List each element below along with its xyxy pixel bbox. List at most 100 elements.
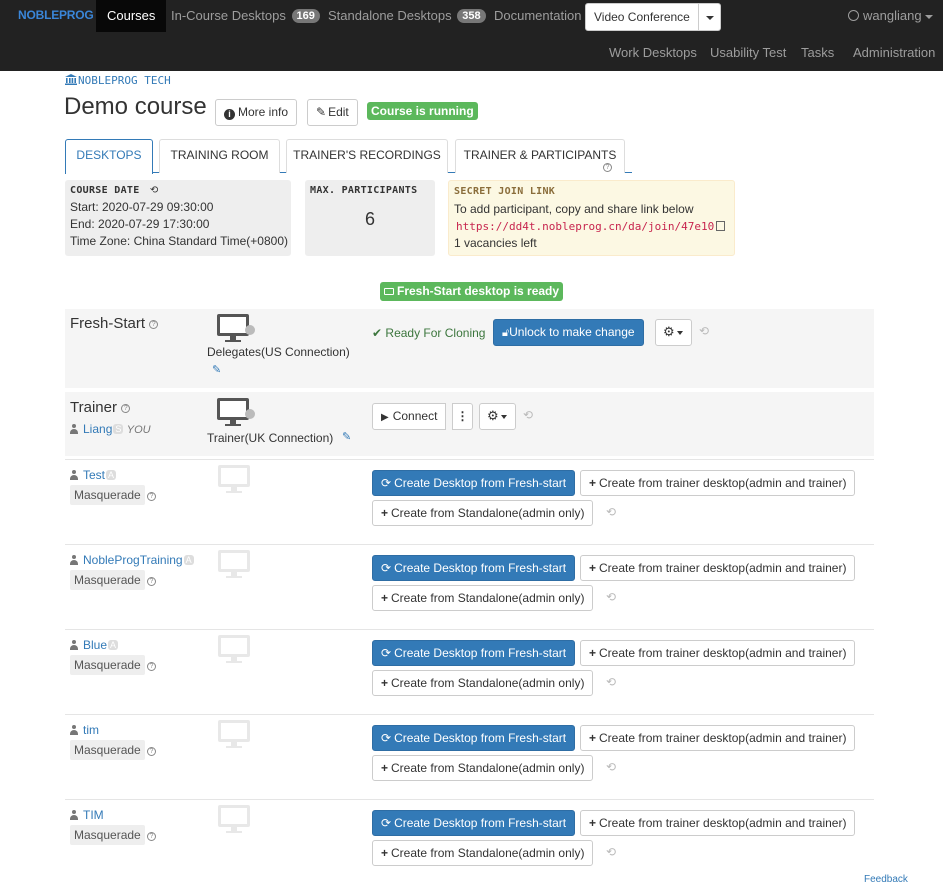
unlock-button[interactable]: 🔓︎Unlock to make change bbox=[493, 319, 644, 346]
empty-desktop-icon bbox=[217, 634, 251, 667]
participant-name[interactable]: Test A bbox=[70, 468, 117, 482]
create-from-trainer-button[interactable]: + Create from trainer desktop(admin and t… bbox=[580, 640, 856, 666]
desktop-monitor-icon[interactable] bbox=[216, 313, 256, 343]
masquerade-button[interactable]: Masquerade bbox=[70, 570, 145, 590]
history-icon[interactable]: ⟲ bbox=[606, 590, 616, 604]
settings-dropdown-button[interactable]: ⚙ bbox=[655, 319, 692, 346]
help-icon[interactable]: ? bbox=[149, 319, 159, 329]
course-date-box: COURSE DATE ⟲ Start: 2020-07-29 09:30:00… bbox=[65, 180, 291, 256]
user-circle-icon bbox=[848, 10, 859, 21]
nav-documentation[interactable]: Documentation bbox=[494, 8, 581, 23]
secret-join-link-box: SECRET JOIN LINK To add participant, cop… bbox=[448, 180, 735, 256]
help-icon[interactable]: ? bbox=[603, 163, 612, 172]
video-conference-button[interactable]: Video Conference bbox=[585, 3, 699, 31]
plus-icon: + bbox=[589, 731, 597, 745]
help-icon[interactable]: ? bbox=[147, 492, 156, 501]
masquerade-button[interactable]: Masquerade bbox=[70, 485, 145, 505]
top-navbar: NOBLEPROG Courses In-Course Desktops 169… bbox=[0, 0, 943, 71]
history-icon[interactable]: ⟲ bbox=[606, 675, 616, 689]
history-icon[interactable]: ⟲ bbox=[523, 408, 533, 422]
create-from-fresh-start-button[interactable]: ⟳ Create Desktop from Fresh-start bbox=[372, 725, 576, 751]
trainer-name[interactable]: Liang S YOU bbox=[70, 422, 151, 436]
secret-link-description: To add participant, copy and share link … bbox=[454, 202, 694, 216]
organization-link[interactable]: NOBLEPROG TECH bbox=[65, 74, 171, 87]
nav-in-course-desktops[interactable]: In-Course Desktops 169 bbox=[171, 8, 320, 23]
tab-trainer-participants[interactable]: TRAINER & PARTICIPANTS bbox=[455, 139, 625, 173]
gear-icon: ⚙ bbox=[487, 408, 499, 423]
chevron-down-icon bbox=[500, 414, 507, 419]
fresh-start-desktop-label: Delegates(US Connection) bbox=[207, 345, 350, 359]
help-icon[interactable]: ? bbox=[147, 662, 156, 671]
masquerade-button[interactable]: Masquerade bbox=[70, 740, 145, 760]
create-from-trainer-button[interactable]: + Create from trainer desktop(admin and t… bbox=[580, 470, 856, 496]
desktop-monitor-icon[interactable] bbox=[216, 397, 256, 427]
edit-pencil-icon[interactable]: ✎ bbox=[212, 363, 221, 376]
empty-desktop-icon bbox=[217, 549, 251, 582]
tab-trainers-recordings[interactable]: TRAINER'S RECORDINGS bbox=[286, 139, 448, 173]
nav-administration[interactable]: Administration bbox=[853, 45, 935, 60]
participant-name[interactable]: Blue A bbox=[70, 638, 119, 652]
edit-pencil-icon[interactable]: ✎ bbox=[342, 430, 351, 443]
create-from-trainer-button[interactable]: + Create from trainer desktop(admin and t… bbox=[580, 555, 856, 581]
create-from-trainer-button[interactable]: + Create from trainer desktop(admin and t… bbox=[580, 725, 856, 751]
masquerade-button[interactable]: Masquerade bbox=[70, 655, 145, 675]
create-from-fresh-start-button[interactable]: ⟳ Create Desktop from Fresh-start bbox=[372, 810, 576, 836]
edit-button[interactable]: ✎ Edit bbox=[307, 99, 358, 126]
connect-button[interactable]: ▶ Connect bbox=[372, 403, 447, 430]
create-from-trainer-button[interactable]: + Create from trainer desktop(admin and t… bbox=[580, 810, 856, 836]
user-menu[interactable]: wangliang bbox=[848, 8, 933, 23]
create-from-fresh-start-button[interactable]: ⟳ Create Desktop from Fresh-start bbox=[372, 640, 576, 666]
history-icon[interactable]: ⟲ bbox=[150, 185, 159, 196]
play-icon: ▶ bbox=[381, 412, 389, 423]
plus-icon: + bbox=[381, 506, 389, 520]
nav-usability-test[interactable]: Usability Test bbox=[710, 45, 786, 60]
create-from-fresh-start-button[interactable]: ⟳ Create Desktop from Fresh-start bbox=[372, 470, 576, 496]
create-from-standalone-button[interactable]: + Create from Standalone(admin only) bbox=[372, 755, 594, 781]
create-from-standalone-button[interactable]: + Create from Standalone(admin only) bbox=[372, 840, 594, 866]
course-start: Start: 2020-07-29 09:30:00 bbox=[70, 200, 214, 214]
plus-icon: + bbox=[589, 816, 597, 830]
help-icon[interactable]: ? bbox=[147, 577, 156, 586]
refresh-icon: ⟳ bbox=[381, 476, 392, 490]
you-label: YOU bbox=[126, 424, 151, 436]
help-icon[interactable]: ? bbox=[147, 832, 156, 841]
nav-tasks[interactable]: Tasks bbox=[801, 45, 834, 60]
nav-courses[interactable]: Courses bbox=[96, 0, 167, 32]
check-icon: ✔ bbox=[372, 326, 383, 340]
course-timezone: Time Zone: China Standard Time(+0800) bbox=[70, 234, 288, 248]
nav-standalone-desktops[interactable]: Standalone Desktops 358 bbox=[328, 8, 486, 23]
role-badge: A bbox=[106, 470, 117, 480]
participant-name[interactable]: NobleProgTraining A bbox=[70, 553, 194, 567]
create-from-standalone-button[interactable]: + Create from Standalone(admin only) bbox=[372, 585, 594, 611]
more-info-button[interactable]: i More info bbox=[215, 99, 298, 126]
participant-name[interactable]: tim bbox=[70, 723, 99, 737]
brand-logo[interactable]: NOBLEPROG bbox=[18, 8, 94, 22]
trainer-desktop-label: Trainer(UK Connection) bbox=[207, 431, 334, 445]
masquerade-button[interactable]: Masquerade bbox=[70, 825, 145, 845]
refresh-icon: ⟳ bbox=[381, 646, 392, 660]
tab-desktops[interactable]: DESKTOPS bbox=[65, 139, 153, 174]
course-status-badge: Course is running bbox=[367, 102, 478, 120]
more-options-button[interactable]: ⋮ bbox=[452, 403, 473, 430]
settings-dropdown-button[interactable]: ⚙ bbox=[479, 403, 516, 430]
history-icon[interactable]: ⟲ bbox=[606, 760, 616, 774]
help-icon[interactable]: ? bbox=[147, 747, 156, 756]
create-from-fresh-start-button[interactable]: ⟳ Create Desktop from Fresh-start bbox=[372, 555, 576, 581]
plus-icon: + bbox=[589, 476, 597, 490]
secret-link-url[interactable]: https://dd4t.nobleprog.cn/da/join/47e10 bbox=[456, 220, 714, 233]
user-icon bbox=[70, 555, 78, 565]
empty-desktop-icon bbox=[217, 464, 251, 497]
history-icon[interactable]: ⟲ bbox=[606, 505, 616, 519]
create-from-standalone-button[interactable]: + Create from Standalone(admin only) bbox=[372, 500, 594, 526]
nav-work-desktops[interactable]: Work Desktops bbox=[609, 45, 697, 60]
copy-icon[interactable] bbox=[716, 221, 726, 231]
history-icon[interactable]: ⟲ bbox=[699, 324, 709, 338]
role-badge: A bbox=[183, 555, 194, 565]
history-icon[interactable]: ⟲ bbox=[606, 845, 616, 859]
create-from-standalone-button[interactable]: + Create from Standalone(admin only) bbox=[372, 670, 594, 696]
help-icon[interactable]: ? bbox=[121, 403, 131, 413]
video-conference-dropdown-toggle[interactable] bbox=[698, 3, 721, 31]
participant-name[interactable]: TIM bbox=[70, 808, 104, 822]
tab-training-room[interactable]: TRAINING ROOM bbox=[159, 139, 280, 173]
feedback-link[interactable]: Feedback bbox=[864, 874, 908, 885]
